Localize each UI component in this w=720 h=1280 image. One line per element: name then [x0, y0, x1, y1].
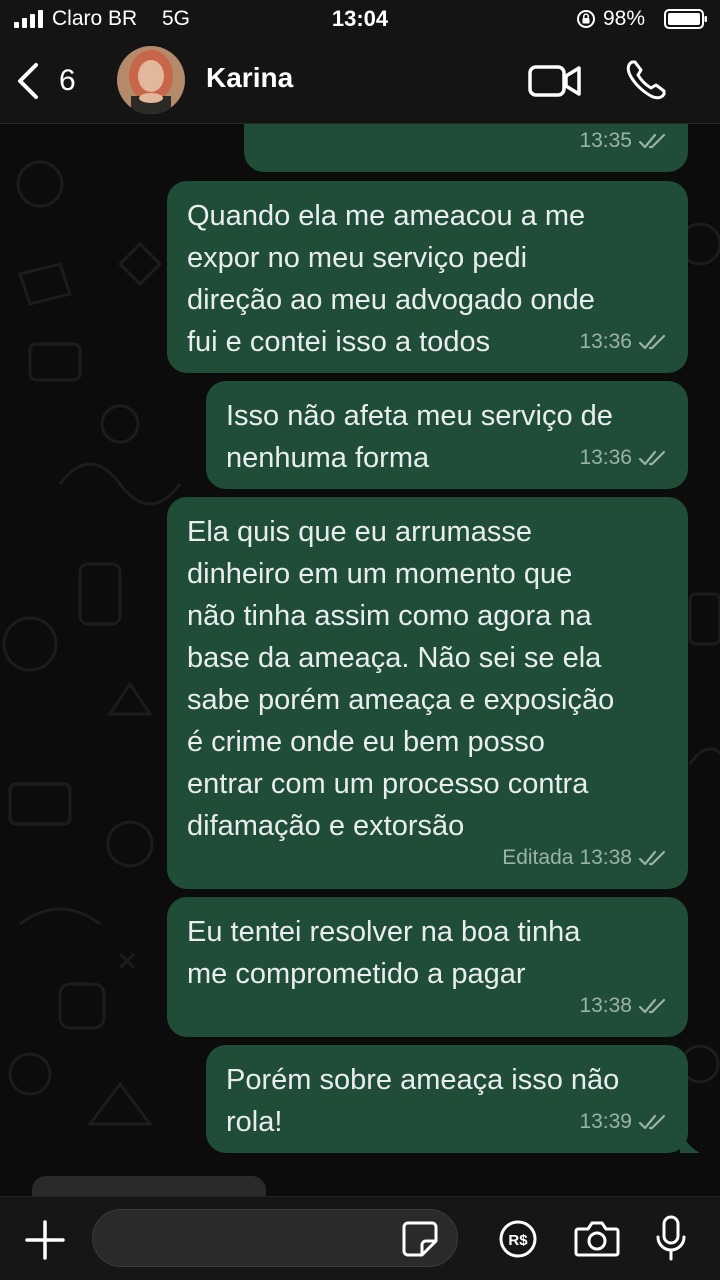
chat-area[interactable]: 13:35 Quando ela me ameacou a me expor n…: [0, 124, 720, 1196]
unread-count: 6: [59, 64, 76, 97]
plus-icon[interactable]: [24, 1219, 66, 1261]
chevron-left-icon: [18, 63, 38, 99]
message-bubble[interactable]: Quando ela me ameacou a me expor no meu …: [167, 181, 688, 373]
double-check-icon: [638, 450, 666, 466]
payment-icon[interactable]: R$: [498, 1219, 538, 1259]
message-bubble[interactable]: 13:35: [244, 124, 688, 172]
bubble-tail: [680, 1131, 700, 1153]
message-time: 13:39: [579, 1110, 632, 1133]
message-text: Eu tentei resolver na boa tinha me compr…: [187, 916, 581, 990]
message-bubble[interactable]: Isso não afeta meu serviço de nenhuma fo…: [206, 381, 688, 489]
chat-header: 6 Karina: [0, 40, 720, 124]
contact-name[interactable]: Karina: [206, 62, 293, 94]
phone-icon[interactable]: [624, 58, 668, 102]
message-bubble[interactable]: Ela quis que eu arrumasse dinheiro em um…: [167, 497, 688, 889]
message-meta: Editada 13:38: [502, 837, 668, 879]
avatar[interactable]: [117, 46, 185, 114]
video-call-icon[interactable]: [528, 62, 582, 100]
camera-icon[interactable]: [574, 1219, 620, 1257]
message-time: 13:36: [579, 330, 632, 353]
double-check-icon: [638, 334, 666, 350]
message-time: 13:38: [579, 846, 632, 869]
message-meta: 13:35: [579, 124, 668, 162]
battery-percent: 98%: [603, 7, 646, 30]
message-meta: 13:36: [579, 437, 668, 479]
microphone-icon[interactable]: [656, 1215, 686, 1261]
double-check-icon: [638, 133, 666, 149]
orientation-lock-icon: [577, 10, 595, 28]
status-bar: Claro BR 5G 13:04 98%: [0, 0, 720, 40]
message-time: 13:35: [579, 129, 632, 152]
message-meta: 13:36: [579, 321, 668, 363]
battery-icon: [664, 9, 707, 29]
input-bar: R$: [0, 1196, 720, 1280]
edited-label: Editada: [502, 846, 574, 869]
message-time: 13:36: [579, 446, 632, 469]
svg-text:R$: R$: [508, 1232, 528, 1249]
message-text: Ela quis que eu arrumasse dinheiro em um…: [187, 516, 615, 842]
message-bubble[interactable]: Eu tentei resolver na boa tinha me compr…: [167, 897, 688, 1037]
sticker-icon[interactable]: [402, 1221, 438, 1257]
double-check-icon: [638, 850, 666, 866]
double-check-icon: [638, 1114, 666, 1130]
double-check-icon: [638, 998, 666, 1014]
message-meta: 13:39: [579, 1101, 668, 1143]
back-button[interactable]: 6: [14, 60, 84, 102]
message-meta: 13:38: [579, 985, 668, 1027]
avatar-image: [117, 46, 185, 114]
message-bubble[interactable]: Porém sobre ameaça isso não rola! 13:39: [206, 1045, 688, 1153]
message-time: 13:38: [579, 994, 632, 1017]
